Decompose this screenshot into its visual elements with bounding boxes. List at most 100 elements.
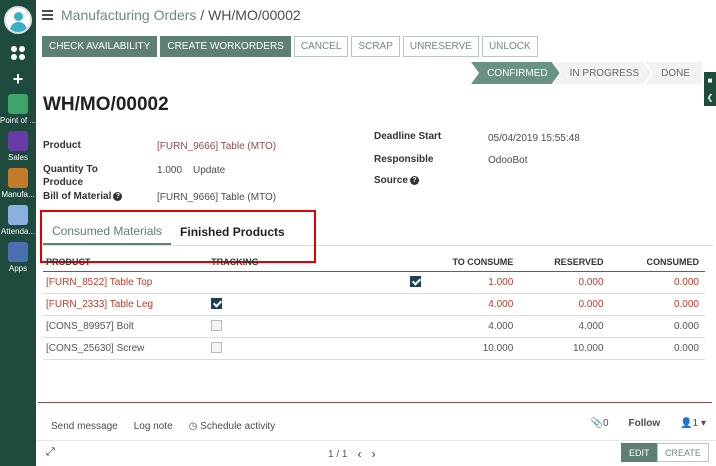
source-label-row: Source?: [374, 175, 419, 186]
point-of-sale-icon: [8, 94, 28, 114]
followers-button[interactable]: 👤1 ▾: [680, 418, 706, 429]
qty-label-2: Produce: [43, 177, 84, 188]
chevron-left-icon[interactable]: ‹: [357, 447, 361, 461]
app-sidebar: + Point of ... Sales Manufa... Attenda..…: [0, 0, 36, 466]
chatter-divider: [38, 402, 712, 403]
col-consumed: CONSUMED: [609, 253, 705, 272]
breadcrumb-parent[interactable]: Manufacturing Orders: [61, 7, 196, 23]
sidebar-item-point-of-sale[interactable]: Point of ...: [0, 94, 36, 125]
cell-to-consume: 10.000: [427, 337, 520, 360]
bottom-bar: ⤢ 1 / 1 ‹ › EDIT CREATE: [36, 440, 716, 466]
manufacturing-icon: [8, 168, 28, 188]
cell-reserved: 4.000: [519, 315, 610, 338]
clock-icon: ◷: [188, 420, 198, 432]
breadcrumb: Manufacturing Orders / WH/MO/00002: [61, 7, 301, 23]
chevron-left-icon: ❮: [706, 93, 714, 102]
page-title: WH/MO/00002: [43, 94, 169, 115]
schedule-activity-button[interactable]: ◷ Schedule activity: [189, 421, 276, 432]
breadcrumb-separator: /: [200, 7, 205, 23]
table-row[interactable]: [CONS_25630] Screw 10.000 10.000 0.000: [43, 337, 705, 360]
add-icon[interactable]: +: [13, 70, 24, 88]
comment-icon: ■: [707, 76, 713, 85]
help-icon[interactable]: ?: [409, 175, 419, 185]
col-tracking: TRACKING: [208, 253, 428, 272]
cell-reserved: 10.000: [519, 337, 610, 360]
cell-tracking: [208, 293, 428, 316]
chatter-bar: Send message Log note ◷ Schedule activit…: [51, 418, 706, 434]
edit-button[interactable]: EDIT: [621, 443, 658, 462]
cell-tracking: [208, 315, 428, 338]
product-label: Product: [43, 140, 81, 151]
breadcrumb-bar: Manufacturing Orders / WH/MO/00002: [36, 0, 716, 30]
apps-icon: [8, 242, 28, 262]
sidebar-item-label: Manufa...: [1, 190, 35, 199]
attendance-icon: [8, 205, 28, 225]
col-reserved: RESERVED: [519, 253, 610, 272]
sidebar-item-manufacturing[interactable]: Manufa...: [0, 168, 36, 199]
qty-label-1: Quantity To: [43, 164, 98, 175]
stage-done[interactable]: DONE: [645, 62, 702, 84]
status-bar: CONFIRMED IN PROGRESS DONE: [471, 62, 702, 84]
bom-label-row: Bill of Material?: [43, 191, 123, 202]
create-workorders-button[interactable]: CREATE WORKORDERS: [160, 36, 291, 57]
product-value[interactable]: [FURN_9666] Table (MTO): [157, 141, 276, 152]
sidebar-item-label: Point of ...: [0, 116, 36, 125]
attachments-button[interactable]: 📎0: [590, 418, 608, 429]
scrap-button[interactable]: SCRAP: [351, 36, 400, 57]
help-icon[interactable]: ?: [113, 191, 123, 201]
user-avatar-icon[interactable]: [4, 6, 32, 34]
qty-value: 1.000: [157, 165, 183, 176]
deadline-value: 05/04/2019 15:55:48: [488, 133, 580, 144]
unlock-button[interactable]: UNLOCK: [481, 36, 538, 57]
follow-button[interactable]: Follow: [629, 418, 661, 429]
cell-to-consume: 4.000: [427, 315, 520, 338]
cell-reserved: 0.000: [519, 293, 610, 316]
pager-value[interactable]: 1 / 1: [328, 449, 347, 460]
chatter-right: 📎0 Follow 👤1 ▾: [590, 418, 706, 429]
followers-count: 1: [692, 418, 699, 429]
unreserve-button[interactable]: UNRESERVE: [402, 36, 479, 57]
responsible-label: Responsible: [374, 154, 434, 165]
responsible-value[interactable]: OdooBot: [488, 155, 527, 166]
cell-product: [FURN_8522] Table Top: [43, 271, 209, 294]
create-button[interactable]: CREATE: [657, 443, 709, 462]
cell-product: [CONS_89957] Bolt: [43, 315, 209, 338]
qty-update-link[interactable]: Update: [193, 165, 225, 176]
user-icon: 👤: [680, 418, 693, 429]
tracking-checkbox: [211, 320, 223, 332]
table-row[interactable]: [FURN_8522] Table Top 1.000 0.000 0.000: [43, 271, 705, 294]
sidebar-item-attendance[interactable]: Attenda...: [0, 205, 36, 236]
sidebar-item-label: Sales: [7, 153, 28, 162]
bom-value[interactable]: [FURN_9666] Table (MTO): [157, 192, 276, 203]
table-row[interactable]: [FURN_2333] Table Leg 4.000 0.000 0.000: [43, 293, 705, 316]
check-availability-button[interactable]: CHECK AVAILABILITY: [42, 36, 158, 57]
send-message-button[interactable]: Send message: [51, 421, 118, 432]
col-to-consume: TO CONSUME: [427, 253, 520, 272]
expand-icon[interactable]: ⤢: [46, 446, 55, 459]
app-grid-icon[interactable]: [11, 46, 25, 60]
log-note-button[interactable]: Log note: [134, 421, 173, 432]
cell-product: [FURN_2333] Table Leg: [43, 293, 209, 316]
cell-consumed: 0.000: [609, 293, 705, 316]
cell-to-consume: 4.000: [427, 293, 520, 316]
chatter-toggle[interactable]: ■ ❮: [704, 72, 716, 106]
hamburger-menu-icon[interactable]: [42, 10, 53, 20]
cell-consumed: 0.000: [609, 271, 705, 294]
tracking-checkbox: [211, 342, 223, 354]
cell-consumed: 0.000: [609, 315, 705, 338]
sidebar-item-sales[interactable]: Sales: [0, 131, 36, 162]
action-toolbar: CHECK AVAILABILITY CREATE WORKORDERS CAN…: [42, 36, 538, 57]
cancel-button[interactable]: CANCEL: [293, 36, 349, 57]
chevron-right-icon[interactable]: ›: [371, 447, 375, 461]
breadcrumb-current: WH/MO/00002: [208, 7, 301, 23]
cell-product: [CONS_25630] Screw: [43, 337, 209, 360]
cell-to-consume: 1.000: [427, 271, 520, 294]
source-label: Source: [374, 175, 408, 186]
table-row[interactable]: [CONS_89957] Bolt 4.000 4.000 0.000: [43, 315, 705, 338]
sidebar-item-apps[interactable]: Apps: [0, 242, 36, 273]
paperclip-icon: 📎: [590, 418, 603, 429]
deadline-label: Deadline Start: [374, 131, 442, 142]
consumed-materials-table: PRODUCT TRACKING TO CONSUME RESERVED CON…: [43, 253, 705, 360]
stage-confirmed[interactable]: CONFIRMED: [471, 62, 560, 84]
stage-in-progress[interactable]: IN PROGRESS: [554, 62, 651, 84]
